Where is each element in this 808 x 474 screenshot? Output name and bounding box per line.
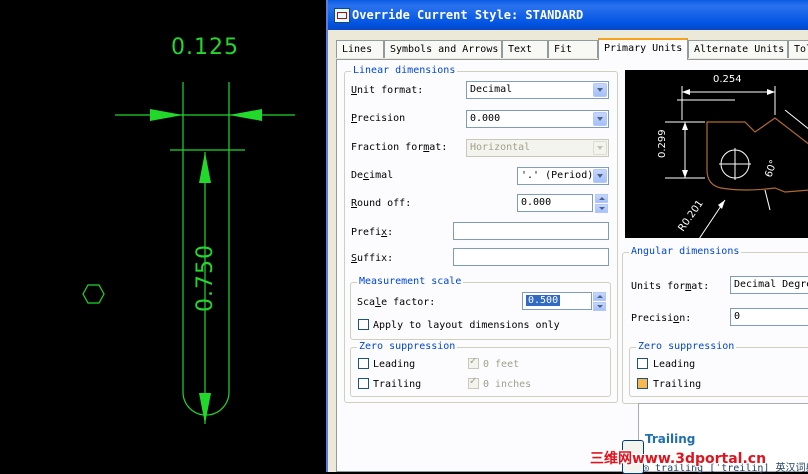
tab-tolerances[interactable]: Tol	[788, 40, 808, 58]
precision-label: Precision	[351, 113, 406, 124]
leading-checkbox-left[interactable]	[358, 358, 369, 369]
dialog-title: Override Current Style: STANDARD	[352, 8, 584, 22]
preview-dim-radius: R0.201	[676, 198, 705, 233]
angular-dimensions-label: Angular dimensions	[629, 246, 742, 257]
site-watermark: 三维网www.3dportal.cn	[590, 451, 767, 467]
scale-factor-spinner[interactable]	[593, 292, 607, 312]
leading-label-left[interactable]: Leading	[373, 359, 415, 370]
prefix-input[interactable]	[453, 222, 609, 240]
tab-lines[interactable]: Lines	[336, 40, 384, 58]
cad-vertical-dimension-text: 0.750	[193, 244, 218, 312]
chevron-down-icon	[593, 141, 607, 155]
spin-up-icon[interactable]	[595, 194, 608, 203]
round-off-spinner[interactable]	[595, 194, 609, 214]
scale-factor-label: Scale factor:	[357, 297, 436, 308]
preview-dim-left: 0.299	[657, 129, 668, 158]
preview-dim-angle: 60°	[763, 159, 779, 179]
spin-up-icon[interactable]	[593, 292, 606, 301]
suffix-label: Suffix:	[351, 253, 394, 264]
zero-suppression-label-left: Zero suppression	[357, 341, 458, 352]
preview-dim-top: 0.254	[713, 74, 742, 85]
angular-units-format-select[interactable]: Decimal Degrees	[730, 276, 808, 294]
leading-label-right[interactable]: Leading	[653, 359, 695, 370]
unit-format-select[interactable]: Decimal	[466, 81, 609, 99]
measurement-scale-label: Measurement scale	[357, 276, 464, 287]
app-icon	[334, 8, 350, 23]
precision-select[interactable]: 0.000	[466, 110, 609, 128]
round-off-input[interactable]: 0.000	[517, 194, 593, 212]
trailing-label-left[interactable]: Trailing	[373, 379, 421, 390]
dimension-preview: 0.254 0.299 R0.201 60°	[625, 70, 808, 238]
angular-precision-select[interactable]: 0	[730, 308, 808, 326]
trailing-label-right[interactable]: Trailing	[653, 379, 701, 390]
cad-drawing-area[interactable]: 0.125 0.750	[0, 0, 326, 472]
decimal-separator-select[interactable]: '.' (Period)	[517, 167, 609, 185]
preview-drawing: 0.254 0.299 R0.201 60°	[657, 74, 808, 238]
measurement-scale-group: Measurement scale	[350, 276, 611, 340]
angular-precision-label: Precision:	[631, 313, 692, 324]
decimal-separator-label: Decimal	[351, 170, 394, 181]
zero-suppression-label-right: Zero suppression	[636, 341, 737, 352]
unit-format-label: Unit format:	[351, 85, 424, 96]
dialog-titlebar[interactable]: Override Current Style: STANDARD	[328, 0, 808, 30]
zero-feet-checkbox[interactable]	[468, 356, 479, 369]
leading-checkbox-right[interactable]	[637, 358, 648, 369]
suffix-input[interactable]	[453, 248, 609, 266]
fraction-format-select[interactable]: Horizontal	[466, 139, 609, 157]
tab-fit[interactable]: Fit	[548, 40, 598, 58]
prefix-label: Prefix:	[351, 227, 394, 238]
tab-alternate-units[interactable]: Alternate Units	[688, 40, 788, 58]
scale-factor-input[interactable]: 0.500	[522, 292, 592, 310]
tab-strip: Lines Symbols and Arrows Text Fit Primar…	[328, 38, 808, 60]
trailing-checkbox-right[interactable]	[637, 378, 648, 389]
fraction-format-label: Fraction format:	[351, 142, 448, 153]
cad-horizontal-dimension-text: 0.125	[171, 35, 239, 60]
zero-inches-checkbox[interactable]	[468, 376, 479, 389]
zero-feet-label: 0 feet	[483, 359, 520, 370]
dimension-style-dialog: Override Current Style: STANDARD Lines S…	[326, 0, 808, 474]
spin-down-icon[interactable]	[595, 204, 608, 213]
apply-layout-only-checkbox[interactable]	[358, 319, 369, 330]
angular-units-format-label: Units format:	[631, 281, 710, 292]
tooltip-title: Trailing	[645, 432, 696, 446]
spin-down-icon[interactable]	[593, 302, 606, 311]
chevron-down-icon[interactable]	[593, 112, 607, 126]
tab-symbols-and-arrows[interactable]: Symbols and Arrows	[384, 40, 502, 58]
tab-text[interactable]: Text	[502, 40, 548, 58]
linear-dimensions-label: Linear dimensions	[351, 65, 458, 76]
chevron-down-icon[interactable]	[593, 169, 607, 183]
apply-layout-only-label[interactable]: Apply to layout dimensions only	[373, 320, 560, 331]
tab-primary-units[interactable]: Primary Units	[598, 38, 688, 60]
trailing-checkbox-left[interactable]	[358, 378, 369, 389]
cad-drawing	[82, 82, 295, 424]
zero-inches-label: 0 inches	[483, 379, 532, 390]
chevron-down-icon[interactable]	[593, 83, 607, 97]
round-off-label: Round off:	[351, 198, 412, 209]
